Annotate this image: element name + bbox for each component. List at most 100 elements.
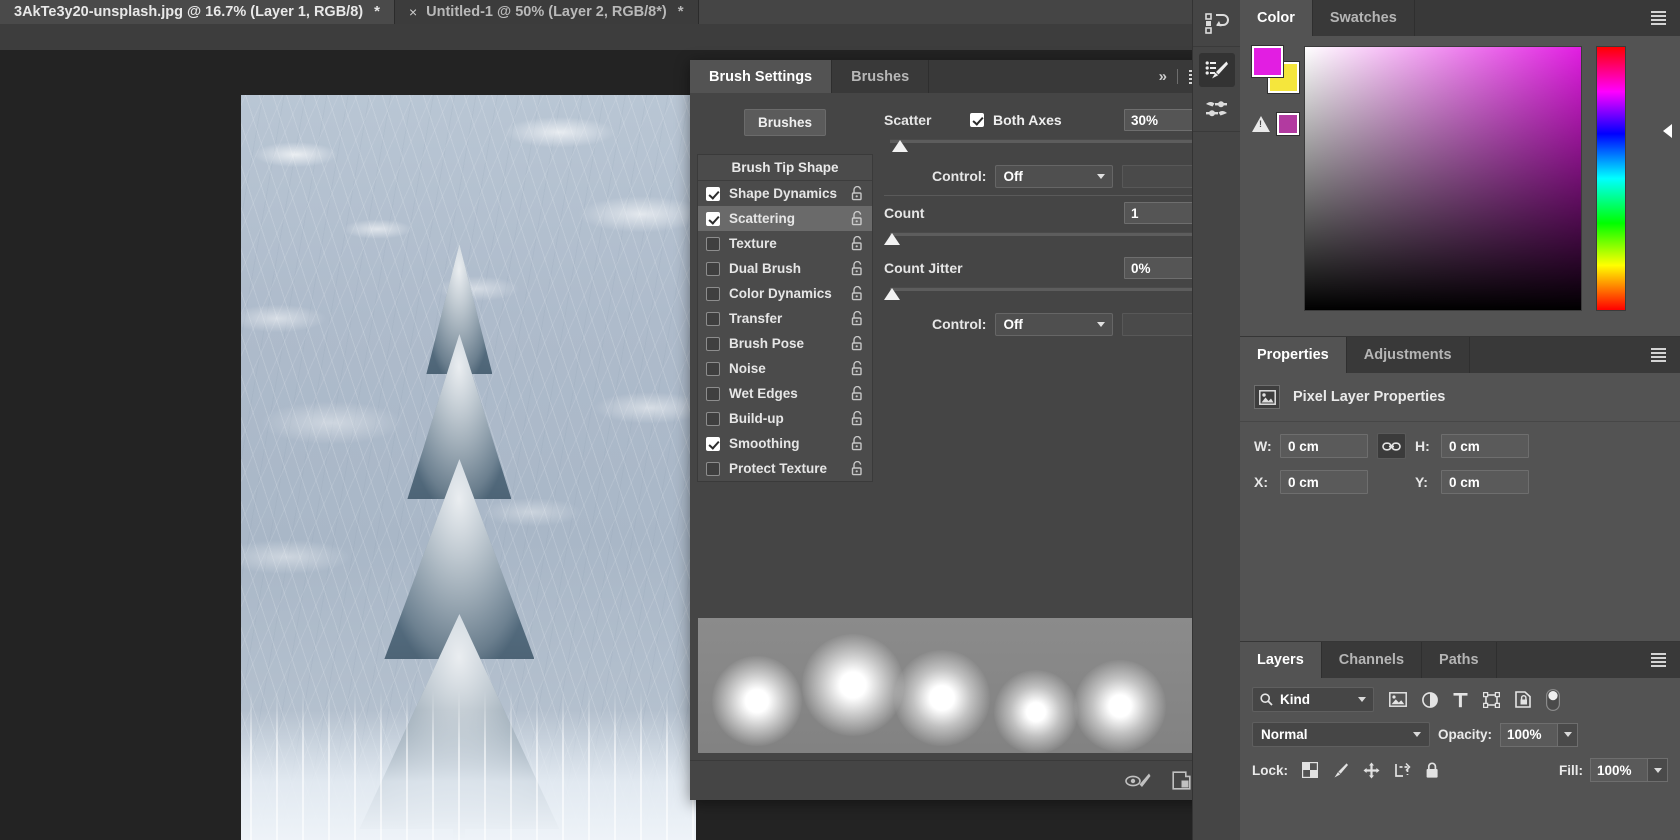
lock-transparent-pixels-icon[interactable] [1302, 762, 1319, 778]
brush-option-shape-dynamics[interactable]: Shape Dynamics [698, 181, 872, 206]
brush-tip-shape-header[interactable]: Brush Tip Shape [698, 155, 872, 181]
brush-option-color-dynamics[interactable]: Color Dynamics [698, 281, 872, 306]
y-field[interactable]: 0 cm [1441, 470, 1529, 494]
checkbox-brush-pose[interactable] [706, 336, 720, 351]
count-jitter-control-select[interactable]: Off [995, 312, 1114, 336]
filter-power-toggle-icon[interactable] [1546, 688, 1560, 711]
brush-option-texture[interactable]: Texture [698, 231, 872, 256]
link-dimensions-icon[interactable] [1377, 433, 1406, 459]
width-field[interactable]: 0 cm [1280, 434, 1368, 458]
tab-brushes[interactable]: Brushes [832, 60, 930, 93]
toggle-live-tip-preview-icon[interactable] [1125, 772, 1152, 789]
lock-position-icon[interactable] [1363, 762, 1380, 779]
lock-icon[interactable] [851, 411, 864, 426]
lock-icon[interactable] [851, 211, 864, 226]
brush-option-noise[interactable]: Noise [698, 356, 872, 381]
checkbox-shape-dynamics[interactable] [706, 186, 720, 201]
both-axes-group[interactable]: Both Axes [970, 112, 1124, 128]
checkbox-scattering[interactable] [706, 211, 720, 226]
tab-channels[interactable]: Channels [1322, 642, 1423, 678]
hamburger-icon[interactable] [1651, 653, 1666, 667]
gamut-warning-icon[interactable] [1252, 116, 1270, 132]
checkbox-protect-texture[interactable] [706, 461, 720, 476]
checkbox-color-dynamics[interactable] [706, 286, 720, 301]
tab-layers[interactable]: Layers [1240, 642, 1322, 678]
new-brush-icon[interactable] [1172, 771, 1191, 790]
foreground-color-swatch[interactable] [1252, 46, 1283, 77]
properties-panel-menu[interactable] [1637, 337, 1680, 373]
checkbox-texture[interactable] [706, 236, 720, 251]
filter-adjustment-layers-icon[interactable] [1422, 691, 1438, 708]
blend-mode-select[interactable]: Normal [1252, 722, 1430, 747]
tab-brush-settings[interactable]: Brush Settings [690, 60, 833, 93]
tab-adjustments[interactable]: Adjustments [1347, 337, 1470, 373]
document-tab-1[interactable]: 3AkTe3y20-unsplash.jpg @ 16.7% (Layer 1,… [0, 0, 395, 24]
checkbox-transfer[interactable] [706, 311, 720, 326]
filter-smart-object-icon[interactable] [1515, 691, 1531, 708]
hamburger-icon[interactable] [1651, 11, 1666, 25]
tab-color[interactable]: Color [1240, 0, 1313, 36]
lock-icon[interactable] [851, 186, 864, 201]
checkbox-dual-brush[interactable] [706, 261, 720, 276]
count-jitter-slider-thumb[interactable] [884, 288, 900, 300]
brush-option-transfer[interactable]: Transfer [698, 306, 872, 331]
hue-slider[interactable] [1596, 46, 1626, 311]
foreground-background-swatches[interactable] [1252, 46, 1300, 94]
tab-paths[interactable]: Paths [1422, 642, 1497, 678]
color-field[interactable] [1304, 46, 1582, 311]
lock-image-pixels-icon[interactable] [1332, 762, 1349, 779]
brush-option-smoothing[interactable]: Smoothing [698, 431, 872, 456]
brush-settings-icon[interactable] [1199, 91, 1235, 125]
document-tab-2[interactable]: × Untitled-1 @ 50% (Layer 2, RGB/8*) * [394, 0, 699, 24]
opacity-field[interactable]: 100% [1500, 722, 1559, 747]
checkbox-smoothing[interactable] [706, 436, 720, 451]
fill-stepper[interactable] [1648, 758, 1668, 782]
color-panel-menu[interactable] [1637, 0, 1680, 36]
lock-icon[interactable] [851, 461, 864, 476]
fill-field[interactable]: 100% [1590, 758, 1648, 782]
layers-panel-menu[interactable] [1637, 642, 1680, 678]
filter-shape-layers-icon[interactable] [1483, 691, 1500, 708]
checkbox-noise[interactable] [706, 361, 720, 376]
lock-all-icon[interactable] [1425, 762, 1440, 779]
lock-icon[interactable] [851, 286, 864, 301]
lock-icon[interactable] [851, 311, 864, 326]
count-slider[interactable] [884, 228, 1208, 255]
filter-pixel-layers-icon[interactable] [1389, 692, 1407, 707]
scatter-control-select[interactable]: Off [995, 164, 1114, 188]
x-field[interactable]: 0 cm [1280, 470, 1368, 494]
opacity-stepper[interactable] [1558, 722, 1579, 747]
lock-artboard-nesting-icon[interactable] [1394, 762, 1411, 779]
collapse-panel-icon[interactable]: » [1159, 68, 1167, 85]
lock-icon[interactable] [851, 261, 864, 276]
canvas-document[interactable] [241, 95, 696, 840]
count-jitter-slider[interactable] [884, 283, 1208, 310]
brushes-button[interactable]: Brushes [744, 109, 826, 136]
count-slider-thumb[interactable] [884, 233, 900, 245]
brush-option-dual-brush[interactable]: Dual Brush [698, 256, 872, 281]
lock-icon[interactable] [851, 336, 864, 351]
scatter-slider[interactable] [884, 135, 1208, 162]
lock-icon[interactable] [851, 436, 864, 451]
filter-type-layers-icon[interactable] [1453, 692, 1468, 708]
brush-option-wet-edges[interactable]: Wet Edges [698, 381, 872, 406]
height-field[interactable]: 0 cm [1441, 434, 1529, 458]
brush-option-brush-pose[interactable]: Brush Pose [698, 331, 872, 356]
brush-option-scattering[interactable]: Scattering [698, 206, 872, 231]
tab-properties[interactable]: Properties [1240, 337, 1347, 373]
filter-kind-select[interactable]: Kind [1252, 687, 1374, 712]
lock-icon[interactable] [851, 361, 864, 376]
lock-icon[interactable] [851, 386, 864, 401]
history-icon[interactable] [1199, 6, 1235, 40]
brush-option-protect-texture[interactable]: Protect Texture [698, 456, 872, 481]
lock-icon[interactable] [851, 236, 864, 251]
in-gamut-substitute-swatch[interactable] [1277, 113, 1299, 135]
close-icon[interactable]: × [409, 4, 417, 20]
checkbox-build-up[interactable] [706, 411, 720, 426]
gamut-warning-row[interactable] [1252, 113, 1304, 135]
scatter-slider-thumb[interactable] [892, 140, 908, 152]
checkbox-both-axes[interactable] [970, 113, 984, 127]
hamburger-icon[interactable] [1651, 348, 1666, 362]
checkbox-wet-edges[interactable] [706, 386, 720, 401]
brush-option-build-up[interactable]: Build-up [698, 406, 872, 431]
